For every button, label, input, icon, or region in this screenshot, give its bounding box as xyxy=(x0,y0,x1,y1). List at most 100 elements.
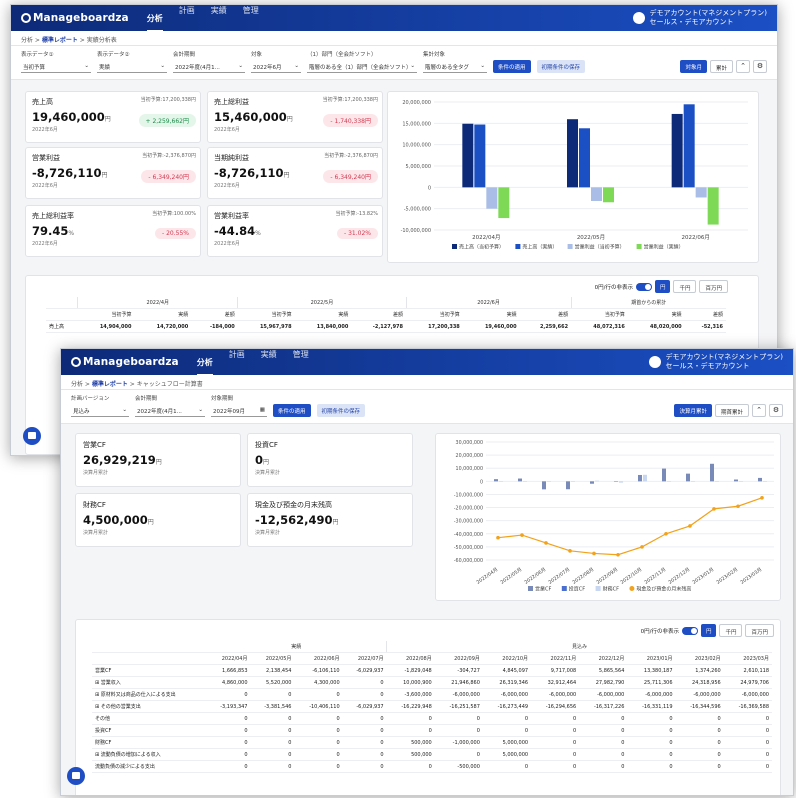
unit-thousand-button[interactable]: 千円 xyxy=(719,624,743,637)
gear-icon[interactable]: ⚙ xyxy=(753,60,767,73)
legend-label[interactable]: 営業CF xyxy=(535,586,551,593)
row-label[interactable]: 流動負債の減少による支出 xyxy=(92,760,207,773)
chart-bar[interactable] xyxy=(671,113,683,188)
nav-actual[interactable]: 実績 xyxy=(211,5,227,32)
chart-bar[interactable] xyxy=(499,481,503,482)
unit-yen-button[interactable]: 円 xyxy=(700,624,717,637)
chart-bar[interactable] xyxy=(567,119,578,188)
unit-million-button[interactable]: 百万円 xyxy=(699,280,728,293)
chart-bar[interactable] xyxy=(547,481,551,482)
chart-bar[interactable] xyxy=(603,187,614,203)
chart-bar[interactable] xyxy=(542,481,546,490)
collapse-icon[interactable]: ⌃ xyxy=(752,404,766,417)
breadcrumb-analysis[interactable]: 分析 xyxy=(71,381,83,388)
tab-fiscal-cumulative[interactable]: 決算月累計 xyxy=(674,404,712,417)
row-label[interactable]: ⊞ 営業収入 xyxy=(92,676,207,689)
chart-bar[interactable] xyxy=(590,481,594,484)
nav-actual[interactable]: 実績 xyxy=(261,349,277,376)
line-point[interactable] xyxy=(568,549,572,553)
chart-bar[interactable] xyxy=(518,478,522,482)
legend-label[interactable]: 営業利益（当初予算） xyxy=(575,244,625,251)
save-default-conditions-button[interactable]: 初期条件の保存 xyxy=(536,60,586,73)
chart-bar[interactable] xyxy=(486,187,498,209)
chart-bar[interactable] xyxy=(739,481,743,482)
legend-label[interactable]: 売上高（実績） xyxy=(522,244,557,251)
legend-label[interactable]: 財務CF xyxy=(603,586,619,593)
breadcrumb-standard-report[interactable]: 標準レポート xyxy=(42,37,78,44)
breadcrumb-standard-report[interactable]: 標準レポート xyxy=(92,381,128,388)
chart-bar[interactable] xyxy=(523,481,527,482)
line-point[interactable] xyxy=(760,496,764,500)
user-menu[interactable]: デモアカウント(マネジメントプラン) セールス・デモアカウント xyxy=(648,353,783,371)
unit-yen-button[interactable]: 円 xyxy=(654,280,671,293)
chart-bar[interactable] xyxy=(494,479,498,482)
hide-zero-rows-toggle[interactable] xyxy=(681,626,698,635)
chart-bar[interactable] xyxy=(691,481,695,482)
chart-bar[interactable] xyxy=(571,481,575,482)
nav-analysis[interactable]: 分析 xyxy=(146,13,163,32)
chart-bar[interactable] xyxy=(715,481,719,482)
chart-bar[interactable] xyxy=(667,481,671,482)
chart-bar[interactable] xyxy=(462,123,474,188)
chart-bar[interactable] xyxy=(614,481,618,482)
unit-thousand-button[interactable]: 千円 xyxy=(673,280,697,293)
chart-bar[interactable] xyxy=(758,477,762,482)
nav-plan[interactable]: 計画 xyxy=(229,349,245,376)
display-data-2-select[interactable]: 実績 ⌄ xyxy=(97,60,167,73)
chart-bar[interactable] xyxy=(662,468,666,482)
chart-bar[interactable] xyxy=(695,187,707,198)
chart-bar[interactable] xyxy=(763,481,767,482)
target-month-select[interactable]: 2022年6月 ⌄ xyxy=(251,60,301,73)
chart-bar[interactable] xyxy=(498,187,510,219)
tab-period-cumulative[interactable]: 期首累計 xyxy=(714,404,749,417)
nav-analysis[interactable]: 分析 xyxy=(196,357,213,376)
chart-bar[interactable] xyxy=(591,187,602,201)
chart-bar[interactable] xyxy=(686,473,690,482)
chart-bar[interactable] xyxy=(683,104,695,188)
line-point[interactable] xyxy=(616,552,620,557)
department-select[interactable]: 階層のある全（1）部門（全会計ソフト） ⌄ xyxy=(307,60,417,73)
chart-bar[interactable] xyxy=(710,463,714,482)
chart-bar[interactable] xyxy=(734,479,738,482)
app-logo[interactable]: Manageboardza xyxy=(71,356,179,368)
chart-bar[interactable] xyxy=(474,124,486,188)
row-label[interactable]: 財務CF xyxy=(92,736,207,749)
tab-target-month[interactable]: 対象月 xyxy=(680,60,707,73)
chart-bar[interactable] xyxy=(595,480,599,482)
target-period-select[interactable]: 2022年09月 ▦ xyxy=(211,404,267,417)
row-label[interactable]: 投資CF xyxy=(92,724,207,737)
chart-bar[interactable] xyxy=(643,474,647,482)
tag-select[interactable]: 階層のある全タグ ⌄ xyxy=(423,60,487,73)
chart-bar[interactable] xyxy=(619,481,623,483)
chart-bar[interactable] xyxy=(579,128,590,188)
chart-bar[interactable] xyxy=(566,481,570,490)
calendar-icon[interactable]: ▦ xyxy=(260,407,265,416)
row-label[interactable]: ⊞ その他の営業支出 xyxy=(92,700,207,713)
user-menu[interactable]: デモアカウント(マネジメントプラン) セールス・デモアカウント xyxy=(632,9,767,27)
chat-support-icon[interactable] xyxy=(23,427,41,445)
row-label[interactable]: ⊞ 原材料又は商品の仕入による支出 xyxy=(92,688,207,701)
legend-label[interactable]: 営業利益（実績） xyxy=(644,244,684,251)
legend-label[interactable]: 売上高（当初予算） xyxy=(459,244,504,251)
row-label[interactable]: その他 xyxy=(92,712,207,725)
apply-conditions-button[interactable]: 条件の適用 xyxy=(273,404,311,417)
nav-admin[interactable]: 管理 xyxy=(243,5,259,32)
nav-plan[interactable]: 計画 xyxy=(179,5,195,32)
line-point[interactable] xyxy=(520,533,524,537)
hide-zero-rows-toggle[interactable] xyxy=(635,282,652,291)
line-point[interactable] xyxy=(736,504,740,509)
plan-version-select[interactable]: 見込み ⌄ xyxy=(71,404,129,417)
save-default-conditions-button[interactable]: 初期条件の保存 xyxy=(316,404,366,417)
row-label[interactable]: 営業CF xyxy=(92,664,207,677)
line-point[interactable] xyxy=(496,535,500,540)
row-label[interactable]: ⊞ 流動負債の増加による収入 xyxy=(92,748,207,761)
fiscal-period-select[interactable]: 2022年度(4月1... ⌄ xyxy=(135,404,205,417)
line-point[interactable] xyxy=(712,507,716,511)
legend-label[interactable]: 現金及び預金の月末残高 xyxy=(636,586,691,593)
line-point[interactable] xyxy=(592,551,596,556)
chart-bar[interactable] xyxy=(707,187,719,225)
breadcrumb-analysis[interactable]: 分析 xyxy=(21,37,33,44)
chat-support-icon[interactable] xyxy=(67,767,85,785)
nav-admin[interactable]: 管理 xyxy=(293,349,309,376)
unit-million-button[interactable]: 百万円 xyxy=(745,624,774,637)
